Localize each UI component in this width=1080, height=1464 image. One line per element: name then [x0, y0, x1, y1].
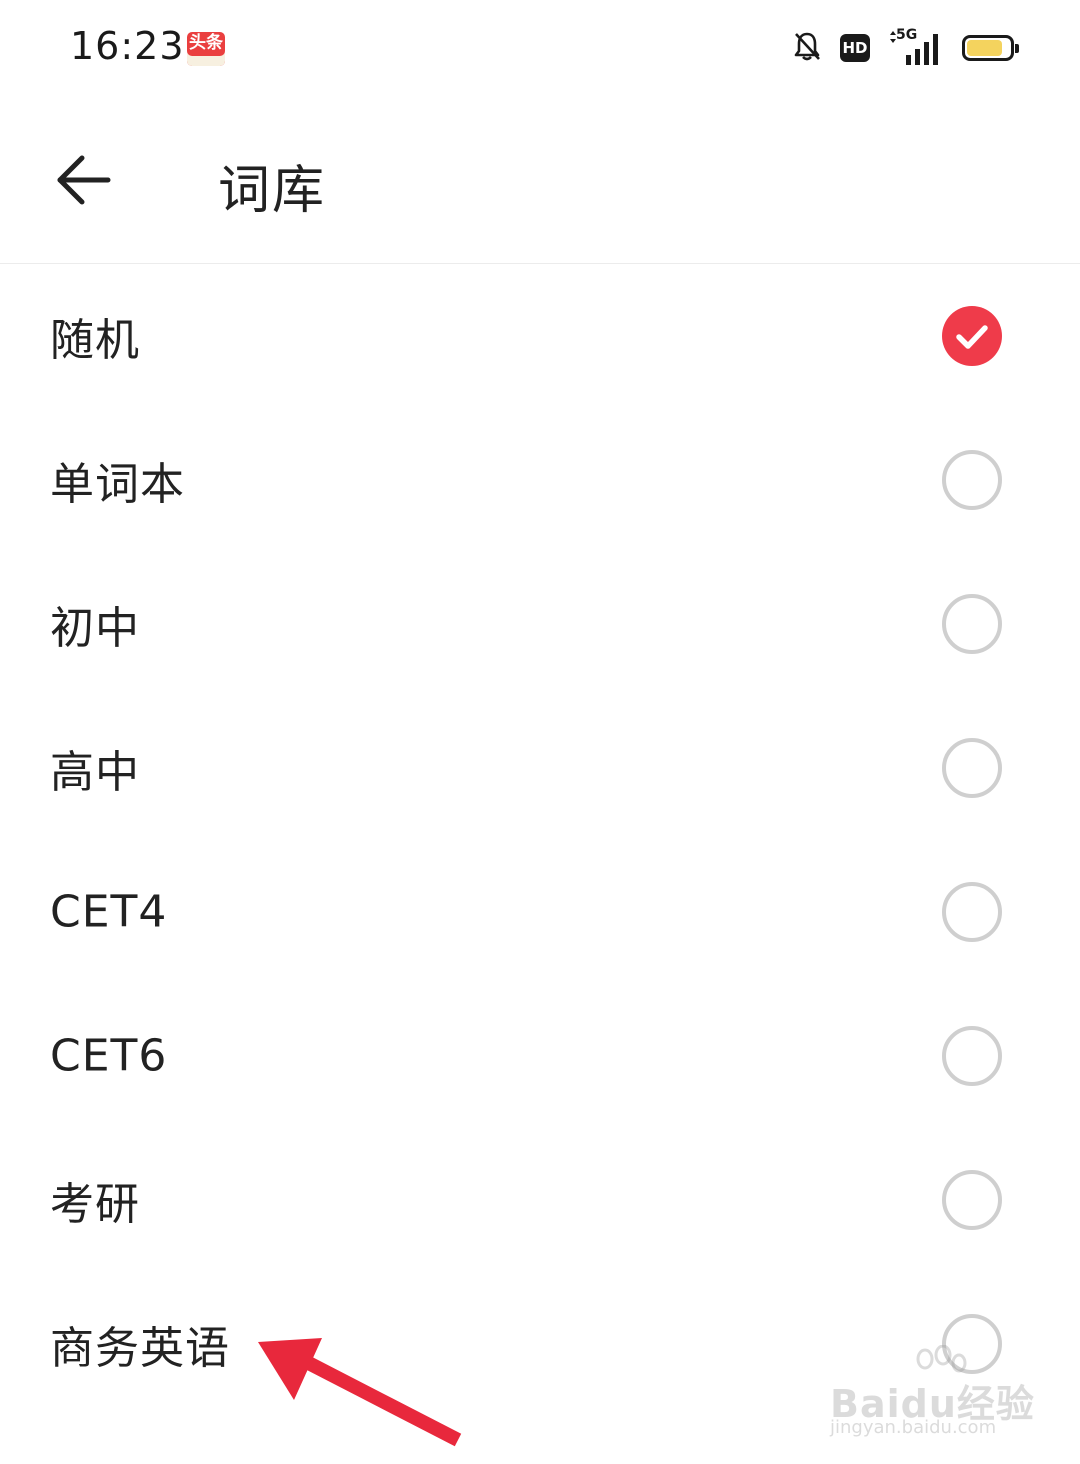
word-bank-label: 初中: [50, 603, 140, 654]
word-bank-item[interactable]: 高中: [0, 696, 1080, 840]
toutiao-app-icon: 头条: [187, 32, 225, 66]
radio-unchecked-icon[interactable]: [942, 450, 1002, 510]
radio-unchecked-icon[interactable]: [942, 882, 1002, 942]
radio-unchecked-icon[interactable]: [942, 594, 1002, 654]
page-title: 词库: [218, 161, 327, 221]
radio-checked-icon[interactable]: [942, 306, 1002, 366]
word-bank-item[interactable]: 初中: [0, 552, 1080, 696]
watermark-url: jingyan.baidu.com: [830, 1417, 997, 1438]
radio-unchecked-icon[interactable]: [942, 1026, 1002, 1086]
radio-unchecked-icon[interactable]: [942, 1314, 1002, 1374]
word-bank-label: 单词本: [50, 459, 185, 510]
arrow-left-icon: [57, 155, 111, 205]
app-bar: 词库: [0, 100, 1080, 264]
word-bank-list: 随机单词本初中高中 CET4 CET6 考研商务英语: [0, 264, 1080, 1416]
word-bank-label: 考研: [50, 1179, 140, 1230]
word-bank-label: CET6: [50, 1030, 168, 1082]
word-bank-item[interactable]: 单词本: [0, 408, 1080, 552]
word-bank-label: CET4: [50, 886, 168, 938]
word-bank-label: 高中: [50, 747, 140, 798]
back-button[interactable]: [50, 150, 118, 210]
status-time: 16:23: [70, 24, 185, 68]
word-bank-item[interactable]: CET4: [0, 840, 1080, 984]
radio-unchecked-icon[interactable]: [942, 1170, 1002, 1230]
signal-icon: 5G: [888, 27, 944, 65]
bell-muted-icon: [792, 30, 822, 66]
status-bar: 16:23 头条 HD 5G: [0, 0, 1080, 100]
word-bank-item[interactable]: 随机: [0, 264, 1080, 408]
check-icon: [956, 325, 988, 349]
battery-level: [967, 40, 1003, 56]
word-bank-item[interactable]: 考研: [0, 1128, 1080, 1272]
word-bank-item[interactable]: 商务英语: [0, 1272, 1080, 1416]
status-icons: HD 5G: [774, 27, 1019, 68]
word-bank-label: 商务英语: [50, 1323, 230, 1374]
radio-unchecked-icon[interactable]: [942, 738, 1002, 798]
word-bank-item[interactable]: CET6: [0, 984, 1080, 1128]
battery-icon: [962, 35, 1019, 61]
word-bank-label: 随机: [50, 315, 140, 366]
hd-icon: HD: [840, 34, 870, 62]
